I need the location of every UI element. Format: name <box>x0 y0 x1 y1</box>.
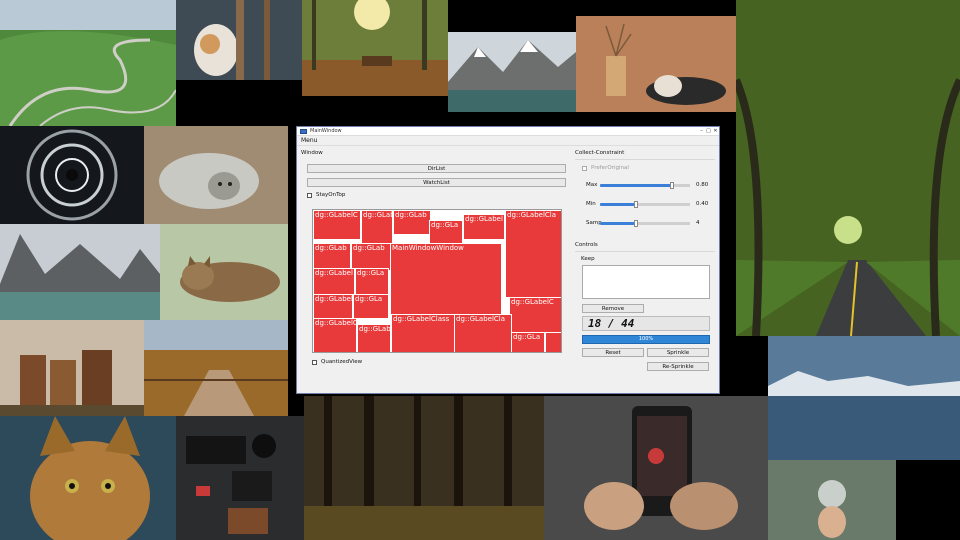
slider-rest <box>636 221 690 225</box>
label-tile: dg::GLabelC <box>509 297 561 333</box>
min-label: Min <box>586 201 596 207</box>
prefer-original-checkbox[interactable]: PreferOriginal <box>582 165 629 171</box>
photo-cat-closeup <box>0 416 176 540</box>
photo-phone-photo <box>544 396 768 540</box>
progress-bar: 100% <box>582 335 710 344</box>
quantized-view-label: QuantizedView <box>321 359 363 365</box>
checkbox-box[interactable] <box>312 359 317 365</box>
label-tile: dg::GLabel <box>313 268 355 296</box>
photo-tunnel-lights <box>0 126 144 224</box>
minimize-icon[interactable]: – <box>698 128 705 134</box>
max-slider[interactable] <box>600 181 690 189</box>
min-slider-row: Min 0.40 <box>586 200 721 208</box>
samp-slider[interactable] <box>600 219 690 227</box>
quantized-canvas[interactable]: dg::GLabelC dg::GLabe dg::GLab dg::GLa d… <box>312 209 562 353</box>
collect-constraint-label: Collect-Constraint <box>575 150 625 156</box>
label-tile: dg::GLabelC <box>313 210 361 240</box>
window-section-label: Window <box>301 150 323 156</box>
label-tile: dg::GLa <box>355 268 389 296</box>
label-tile: dg::GLab <box>393 210 431 235</box>
label-tile: MainWindowWindow <box>390 243 502 316</box>
label-tile: dg::GLabelCla <box>505 210 561 298</box>
photo-blue-lake <box>768 336 960 460</box>
label-tile: dg::GLa <box>429 220 463 244</box>
slider-rest <box>672 183 690 187</box>
min-slider[interactable] <box>600 200 690 208</box>
label-tile: dg::GLa <box>511 332 545 352</box>
photo-log-stumps <box>0 320 144 416</box>
max-label: Max <box>586 182 598 188</box>
menu-item[interactable]: Menu <box>301 137 317 144</box>
photo-sleeping-cat-flowers <box>576 16 736 112</box>
stay-on-top-checkbox[interactable]: StayOnTop <box>307 192 345 198</box>
min-value: 0.40 <box>696 201 709 207</box>
label-tile: dg::GLab <box>313 243 351 271</box>
title-bar[interactable]: MainWindow – □ ✕ <box>297 127 719 136</box>
keep-list[interactable] <box>582 265 710 299</box>
controls-section-label: Controls <box>575 242 598 248</box>
photo-oak-tree-road <box>736 0 960 336</box>
photo-wooden-bridge-autumn <box>144 320 288 416</box>
prefer-original-label: PreferOriginal <box>591 165 629 171</box>
photo-camera-gear <box>176 416 304 540</box>
label-tile: dg::GLabel <box>463 214 505 240</box>
app-icon <box>300 128 307 134</box>
checkbox-box[interactable] <box>307 192 312 198</box>
slider-rest <box>636 202 690 206</box>
max-slider-row: Max 0.80 <box>586 181 721 189</box>
resprinkle-button[interactable]: Re-Sprinkle <box>647 362 709 371</box>
photo-dark-forest <box>304 396 544 540</box>
samp-value: 4 <box>696 220 700 226</box>
photo-lake-mountains <box>0 224 160 320</box>
slider-thumb[interactable] <box>634 219 638 227</box>
samp-label: Samp <box>586 220 602 226</box>
checkbox-box[interactable] <box>582 165 587 171</box>
photo-cat-behind-fence <box>176 0 302 80</box>
remove-button[interactable]: Remove <box>582 304 644 313</box>
reset-button[interactable]: Reset <box>582 348 644 357</box>
label-tile: dg::GLabel <box>313 294 353 319</box>
main-window: MainWindow – □ ✕ Menu Window DirList Wat… <box>296 126 720 394</box>
label-tile: dg::GLabelC <box>313 318 357 352</box>
photo-tabby-cat-sleeping <box>160 224 288 320</box>
photo-cat-lying-grey <box>144 126 288 224</box>
window-title: MainWindow <box>310 128 342 134</box>
label-tile: dg::GLabelClass <box>391 314 455 352</box>
samp-slider-row: Samp 4 <box>586 219 721 227</box>
label-tile: dg::GLabelCla <box>454 314 512 352</box>
photo-forest-bench <box>302 0 448 96</box>
photo-mountain-lake <box>448 32 576 112</box>
section-divider <box>575 251 715 252</box>
dirlist-button[interactable]: DirList <box>307 164 566 173</box>
menu-bar: Menu <box>297 136 719 146</box>
watchlist-button[interactable]: WatchList <box>307 178 566 187</box>
label-tile: dg::GLab <box>357 324 391 352</box>
label-tile: dg::GLabe <box>361 210 393 245</box>
slider-thumb[interactable] <box>670 181 674 189</box>
section-divider <box>575 159 715 160</box>
sprinkle-button[interactable]: Sprinkle <box>647 348 709 357</box>
keep-label: Keep <box>581 256 595 262</box>
label-tile: dg::GLab <box>351 243 391 271</box>
photo-glass-ball-hand <box>768 460 896 540</box>
maximize-icon[interactable]: □ <box>705 128 712 134</box>
label-tile: dg::GLa <box>353 294 389 319</box>
label-tile <box>545 332 561 352</box>
quantized-view-checkbox[interactable]: QuantizedView <box>312 359 362 365</box>
slider-thumb[interactable] <box>634 200 638 208</box>
stay-on-top-label: StayOnTop <box>316 192 346 198</box>
selection-counter: 18 / 44 <box>582 316 710 331</box>
max-value: 0.80 <box>696 182 709 188</box>
photo-mountain-road <box>0 0 176 126</box>
close-icon[interactable]: ✕ <box>712 128 719 134</box>
